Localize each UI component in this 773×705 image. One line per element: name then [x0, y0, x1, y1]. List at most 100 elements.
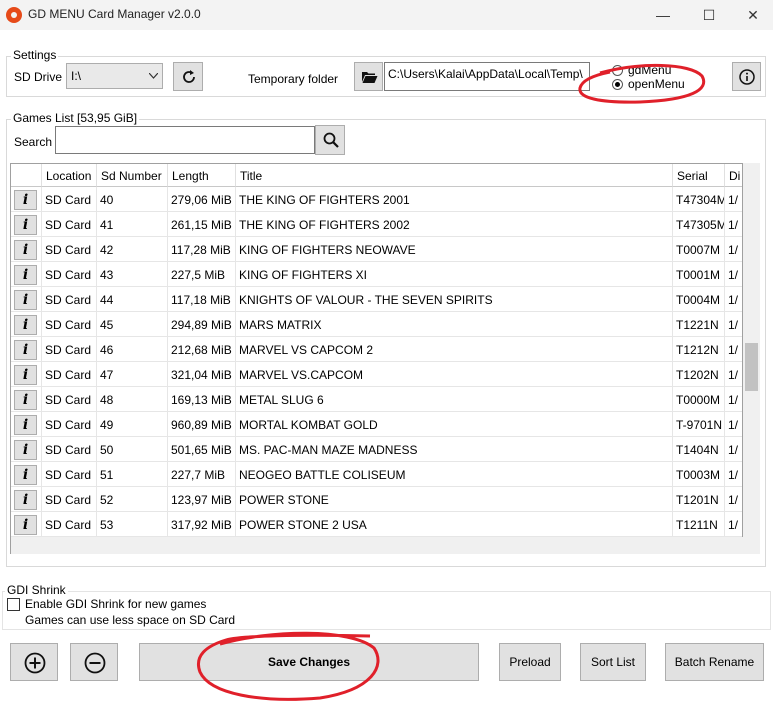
- info-icon[interactable]: i: [14, 490, 37, 510]
- preload-button[interactable]: Preload: [499, 643, 561, 681]
- header-col-serial[interactable]: Serial: [673, 164, 725, 187]
- header-col-sd-number[interactable]: Sd Number: [97, 164, 168, 187]
- cell-length: 261,15 MiB: [168, 212, 236, 237]
- table-row[interactable]: i SD Card 52 123,97 MiB POWER STONE T1201N 1/: [11, 487, 742, 512]
- scroll-thumb[interactable]: [745, 343, 758, 391]
- cell-serial: T0004M: [673, 287, 725, 312]
- cell-di: 1/: [725, 512, 742, 537]
- table-row[interactable]: i SD Card 49 960,89 MiB MORTAL KOMBAT GOLD T-…: [11, 412, 742, 437]
- info-icon[interactable]: i: [14, 290, 37, 310]
- cell-sd: 45: [97, 312, 168, 337]
- batch-rename-button[interactable]: Batch Rename: [665, 643, 764, 681]
- table-row[interactable]: i SD Card 42 117,28 MiB KING OF FIGHTERS NEO…: [11, 237, 742, 262]
- cell-length: 317,92 MiB: [168, 512, 236, 537]
- cell-title: KNIGHTS OF VALOUR - THE SEVEN SPIRITS: [236, 287, 673, 312]
- save-changes-button[interactable]: Save Changes: [139, 643, 479, 681]
- cell-di: 1/: [725, 412, 742, 437]
- row-info-cell: i: [11, 237, 42, 262]
- cell-length: 117,28 MiB: [168, 237, 236, 262]
- cell-serial: T47305M: [673, 212, 725, 237]
- info-icon[interactable]: i: [14, 190, 37, 210]
- table-row[interactable]: i SD Card 41 261,15 MiB THE KING OF FIGHTERS…: [11, 212, 742, 237]
- about-button[interactable]: [732, 62, 761, 91]
- cell-di: 1/: [725, 387, 742, 412]
- radio-gdmenu[interactable]: [612, 65, 623, 76]
- refresh-button[interactable]: [173, 62, 203, 91]
- row-info-cell: i: [11, 212, 42, 237]
- header-col-length[interactable]: Length: [168, 164, 236, 187]
- vertical-scrollbar[interactable]: [743, 163, 760, 554]
- table-row[interactable]: i SD Card 53 317,92 MiB POWER STONE 2 USA T12…: [11, 512, 742, 537]
- info-icon[interactable]: i: [14, 390, 37, 410]
- info-icon[interactable]: i: [14, 365, 37, 385]
- cell-location: SD Card: [42, 337, 97, 362]
- remove-game-button[interactable]: [70, 643, 118, 681]
- cell-sd: 48: [97, 387, 168, 412]
- sd-drive-select[interactable]: I:\: [66, 63, 163, 89]
- gdi-shrink-checkbox[interactable]: [7, 598, 20, 611]
- cell-location: SD Card: [42, 362, 97, 387]
- row-info-cell: i: [11, 287, 42, 312]
- cell-sd: 41: [97, 212, 168, 237]
- sort-list-button[interactable]: Sort List: [580, 643, 646, 681]
- header-col-select[interactable]: [11, 164, 42, 187]
- row-info-cell: i: [11, 362, 42, 387]
- header-col-title[interactable]: Title: [236, 164, 673, 187]
- games-legend: Games List [53,95 GiB]: [11, 111, 140, 125]
- cell-location: SD Card: [42, 437, 97, 462]
- row-info-cell: i: [11, 487, 42, 512]
- info-icon[interactable]: i: [14, 240, 37, 260]
- table-row[interactable]: i SD Card 48 169,13 MiB METAL SLUG 6 T0000M 1/: [11, 387, 742, 412]
- table-row[interactable]: i SD Card 43 227,5 MiB KING OF FIGHTERS XI T0…: [11, 262, 742, 287]
- header-col-di[interactable]: Di: [725, 164, 742, 187]
- info-icon[interactable]: i: [14, 465, 37, 485]
- table-row[interactable]: i SD Card 46 212,68 MiB MARVEL VS CAPCOM 2 T1…: [11, 337, 742, 362]
- close-button[interactable]: ✕: [730, 0, 773, 30]
- cell-location: SD Card: [42, 462, 97, 487]
- minimize-button[interactable]: —: [640, 0, 686, 30]
- app-logo-icon: [6, 7, 22, 23]
- table-row[interactable]: i SD Card 40 279,06 MiB THE KING OF FIGHTERS…: [11, 187, 742, 212]
- search-button[interactable]: [315, 125, 345, 155]
- info-icon[interactable]: i: [14, 215, 37, 235]
- table-row[interactable]: i SD Card 51 227,7 MiB NEOGEO BATTLE COLISEU…: [11, 462, 742, 487]
- horizontal-scrollbar[interactable]: [11, 537, 743, 554]
- info-icon[interactable]: i: [14, 415, 37, 435]
- header-col-location[interactable]: Location: [42, 164, 97, 187]
- row-info-cell: i: [11, 337, 42, 362]
- table-row[interactable]: i SD Card 45 294,89 MiB MARS MATRIX T1221N 1/: [11, 312, 742, 337]
- info-icon[interactable]: i: [14, 515, 37, 535]
- cell-title: NEOGEO BATTLE COLISEUM: [236, 462, 673, 487]
- add-game-button[interactable]: [10, 643, 58, 681]
- cell-location: SD Card: [42, 287, 97, 312]
- info-icon[interactable]: i: [14, 265, 37, 285]
- info-icon: [739, 69, 755, 85]
- cell-title: MS. PAC-MAN MAZE MADNESS: [236, 437, 673, 462]
- cell-di: 1/: [725, 212, 742, 237]
- cell-di: 1/: [725, 462, 742, 487]
- settings-legend: Settings: [11, 48, 59, 62]
- search-input[interactable]: [55, 126, 315, 154]
- cell-serial: T0003M: [673, 462, 725, 487]
- browse-folder-button[interactable]: [354, 62, 383, 91]
- info-icon[interactable]: i: [14, 315, 37, 335]
- cell-location: SD Card: [42, 487, 97, 512]
- info-icon[interactable]: i: [14, 340, 37, 360]
- cell-di: 1/: [725, 437, 742, 462]
- row-info-cell: i: [11, 312, 42, 337]
- cell-length: 227,5 MiB: [168, 262, 236, 287]
- table-row[interactable]: i SD Card 44 117,18 MiB KNIGHTS OF VALOUR - …: [11, 287, 742, 312]
- row-info-cell: i: [11, 512, 42, 537]
- cell-location: SD Card: [42, 262, 97, 287]
- table-row[interactable]: i SD Card 50 501,65 MiB MS. PAC-MAN MAZE MAD…: [11, 437, 742, 462]
- folder-open-icon: [362, 72, 378, 83]
- radio-openmenu[interactable]: [612, 79, 623, 90]
- info-icon[interactable]: i: [14, 440, 37, 460]
- cell-sd: 46: [97, 337, 168, 362]
- temp-folder-path: C:\Users\Kalai\AppData\Local\Temp\: [388, 67, 583, 81]
- table-row[interactable]: i SD Card 47 321,04 MiB MARVEL VS.CAPCOM T120…: [11, 362, 742, 387]
- maximize-button[interactable]: ☐: [686, 0, 732, 30]
- temp-folder-input[interactable]: C:\Users\Kalai\AppData\Local\Temp\: [384, 62, 590, 91]
- row-info-cell: i: [11, 387, 42, 412]
- gdi-shrink-legend: GDI Shrink: [5, 583, 68, 597]
